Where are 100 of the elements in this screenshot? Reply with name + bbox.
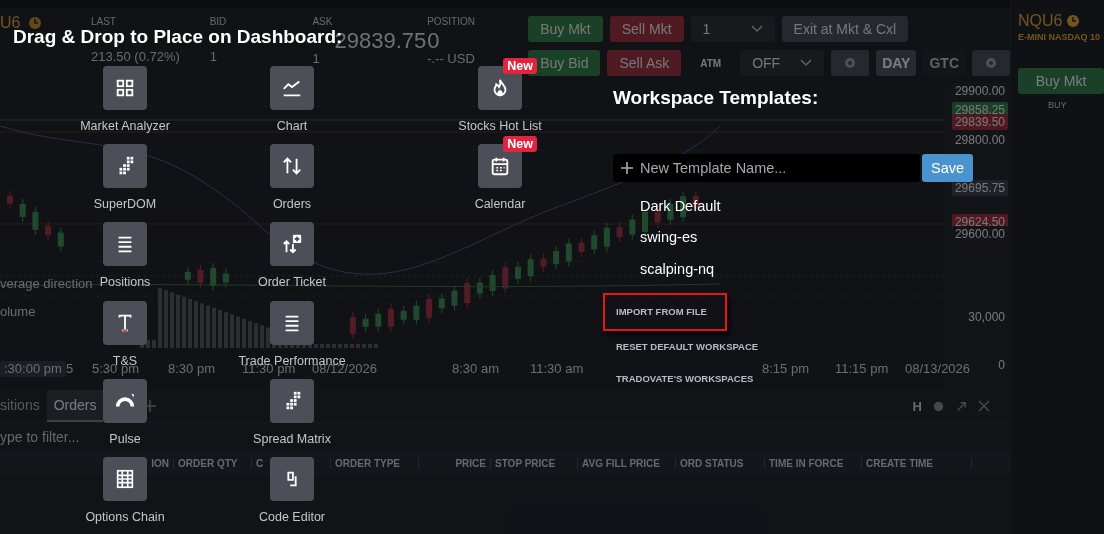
settings-icon bbox=[843, 56, 858, 70]
tool-tile[interactable] bbox=[103, 144, 147, 189]
stat-subtext: 1 bbox=[209, 50, 217, 64]
tool-tile[interactable] bbox=[270, 144, 314, 189]
stat-subtext: -.-- USD bbox=[427, 52, 475, 66]
dropdown[interactable]: OFF bbox=[740, 50, 825, 76]
symbol-text: NQU6 bbox=[1018, 12, 1063, 30]
tool-label: SuperDOM bbox=[93, 197, 157, 212]
tool-tile[interactable] bbox=[270, 300, 314, 345]
panel-tab[interactable]: sitions bbox=[0, 390, 47, 422]
candlestick bbox=[210, 262, 217, 292]
tool-label: Chart bbox=[276, 119, 308, 133]
time-axis-label: 8:30 pm bbox=[168, 361, 215, 377]
candlestick bbox=[438, 292, 445, 314]
volume-bar bbox=[314, 344, 318, 348]
candlestick bbox=[540, 253, 547, 273]
new-badge: New bbox=[503, 58, 537, 74]
tool-tile[interactable] bbox=[270, 66, 314, 110]
candlestick bbox=[45, 220, 52, 241]
candlestick bbox=[32, 206, 39, 236]
table-grid-icon bbox=[114, 467, 136, 490]
column-header: CREATE TIME bbox=[862, 457, 972, 469]
stat-subtext: 1 bbox=[312, 52, 320, 66]
candlestick bbox=[413, 300, 420, 326]
column-header: AVG FILL PRICE bbox=[578, 457, 676, 469]
stat-label: BID bbox=[209, 16, 227, 28]
template-item[interactable]: scalping-nq bbox=[640, 253, 715, 285]
candlestick bbox=[197, 264, 204, 289]
tool-label: Spread Matrix bbox=[253, 431, 331, 446]
stat-value: 0 bbox=[427, 28, 440, 54]
tool-label: Orders bbox=[272, 197, 312, 212]
price-axis-label: 29839.50 bbox=[951, 114, 1008, 130]
candlestick bbox=[616, 221, 623, 243]
save-button[interactable]: Save bbox=[922, 154, 973, 182]
candlestick bbox=[19, 198, 26, 223]
candlestick bbox=[527, 253, 534, 282]
candlestick bbox=[184, 266, 191, 286]
tool-label: Market Analyzer bbox=[80, 119, 170, 133]
price-axis-label: 29695.75 bbox=[951, 180, 1008, 196]
candlestick bbox=[222, 268, 229, 289]
column-header: STOP PRICE bbox=[491, 457, 578, 469]
time-axis-label: 8:30 am bbox=[452, 361, 499, 377]
indicator-label: verage direction bbox=[0, 276, 93, 291]
clock-icon bbox=[28, 16, 43, 30]
tool-tile[interactable] bbox=[270, 456, 314, 501]
time-axis-label: 08/13/2026 bbox=[905, 361, 971, 377]
order-button[interactable]: Buy Mkt bbox=[1018, 68, 1104, 94]
candlestick bbox=[388, 303, 394, 333]
plus-icon bbox=[620, 161, 634, 175]
workspace-action[interactable]: RESET DEFAULT WORKSPACE bbox=[603, 330, 772, 363]
candlestick bbox=[578, 237, 585, 258]
candlestick bbox=[349, 311, 356, 340]
tool-tile[interactable] bbox=[103, 456, 147, 501]
tool-tile[interactable] bbox=[270, 378, 314, 423]
up-down-arrows-icon bbox=[281, 155, 303, 178]
indicator-label: olume bbox=[0, 304, 36, 319]
candlestick bbox=[426, 293, 433, 324]
template-name-field[interactable]: New Template Name... bbox=[613, 154, 920, 182]
tool-tile[interactable] bbox=[103, 378, 147, 423]
order-button[interactable]: Buy Mkt bbox=[528, 16, 603, 42]
tool-label: Positions bbox=[99, 275, 151, 290]
stat-label: ASK bbox=[312, 16, 333, 28]
volume-bar bbox=[266, 327, 270, 348]
column-header: ORD STATUS bbox=[676, 457, 765, 469]
candlestick bbox=[57, 227, 64, 253]
dropdown[interactable]: 1 bbox=[690, 16, 775, 42]
template-item[interactable]: Dark Default bbox=[640, 190, 721, 222]
tool-label: Code Editor bbox=[259, 509, 325, 524]
toggle-tab[interactable]: DAY bbox=[876, 50, 917, 76]
candlestick bbox=[375, 308, 382, 333]
tool-tile[interactable] bbox=[103, 66, 147, 110]
instrument-name: E-MINI NASDAQ 10 bbox=[1018, 32, 1101, 42]
panel-tab[interactable]: Orders bbox=[46, 390, 104, 422]
order-button[interactable]: Exit at Mkt & Cxl bbox=[781, 16, 909, 42]
order-button[interactable]: Sell Mkt bbox=[609, 16, 684, 42]
workspace-action[interactable]: IMPORT FROM FILE bbox=[603, 292, 727, 331]
tool-tile[interactable] bbox=[103, 222, 147, 267]
template-item[interactable]: swing-es bbox=[640, 221, 698, 253]
new-badge: New bbox=[503, 136, 537, 153]
column-header: TIME IN FORCE bbox=[765, 457, 862, 469]
candlestick bbox=[400, 305, 407, 326]
volume-bar bbox=[146, 340, 150, 348]
panel-letter[interactable]: H bbox=[912, 398, 922, 414]
time-axis-label: :30:00 pm bbox=[0, 361, 66, 377]
candlestick bbox=[7, 190, 13, 210]
chevron-down-icon bbox=[750, 25, 763, 33]
tool-tile[interactable] bbox=[103, 300, 147, 345]
candlestick bbox=[489, 269, 496, 297]
settings-icon bbox=[984, 56, 998, 70]
tool-tile[interactable] bbox=[270, 222, 314, 267]
stat-subtext: 213.50 (0.72%) bbox=[90, 50, 180, 64]
order-button[interactable]: Sell Ask bbox=[607, 50, 682, 76]
candlestick bbox=[629, 214, 636, 241]
tool-label: Pulse bbox=[109, 431, 141, 446]
candlestick bbox=[553, 245, 560, 270]
price-axis-label: 30,000 bbox=[965, 309, 1008, 325]
atm-label: ATM bbox=[699, 56, 723, 71]
clock-icon bbox=[1066, 14, 1081, 28]
time-axis-label: 11:15 pm bbox=[835, 361, 889, 377]
time-axis-label: 8:15 pm bbox=[762, 361, 809, 377]
